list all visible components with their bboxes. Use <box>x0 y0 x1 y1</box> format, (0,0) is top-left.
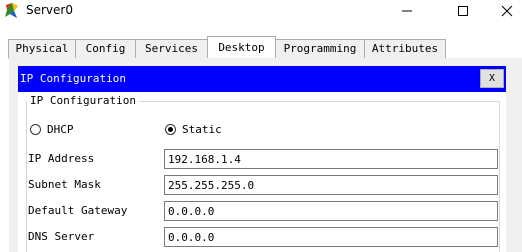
ip-config-header: IP Configuration X <box>18 66 506 92</box>
static-option[interactable]: Static <box>165 123 222 136</box>
ip-config-header-title: IP Configuration <box>20 72 126 85</box>
tab-config[interactable]: Config <box>75 39 136 58</box>
ip-address-label: IP Address <box>28 152 95 165</box>
tab-programming[interactable]: Programming <box>275 39 365 58</box>
close-icon <box>501 5 513 17</box>
close-window-button[interactable] <box>492 0 522 22</box>
packet-tracer-server-icon <box>3 2 21 20</box>
dhcp-radio[interactable] <box>30 124 41 135</box>
tab-strip: Physical Config Services Desktop Program… <box>8 36 446 59</box>
tab-desktop[interactable]: Desktop <box>207 36 276 58</box>
tab-physical[interactable]: Physical <box>8 39 76 58</box>
static-label: Static <box>182 123 222 136</box>
ip-config-close-button[interactable]: X <box>480 69 504 88</box>
subnet-mask-label: Subnet Mask <box>28 178 101 191</box>
tab-attributes[interactable]: Attributes <box>364 39 446 58</box>
default-gateway-label: Default Gateway <box>28 204 128 217</box>
dhcp-option[interactable]: DHCP <box>30 123 74 136</box>
ip-config-group-title: IP Configuration <box>27 94 139 108</box>
default-gateway-input[interactable] <box>164 201 498 221</box>
window-title: Server0 <box>26 3 73 17</box>
dns-server-label: DNS Server <box>28 230 95 243</box>
minimize-button[interactable] <box>384 0 430 22</box>
subnet-mask-input[interactable] <box>164 175 498 195</box>
server-window: Server0 Physical Config Services Desktop… <box>0 0 522 252</box>
minimize-icon <box>402 10 412 12</box>
tab-bar: Physical Config Services Desktop Program… <box>0 22 522 59</box>
maximize-button[interactable] <box>440 0 486 22</box>
tab-services[interactable]: Services <box>135 39 208 58</box>
dhcp-label: DHCP <box>47 123 74 136</box>
title-bar: Server0 <box>0 0 522 22</box>
static-radio[interactable] <box>165 124 176 135</box>
maximize-icon <box>458 6 468 16</box>
ip-address-input[interactable] <box>164 149 498 169</box>
dns-server-input[interactable] <box>164 227 498 247</box>
ip-config-panel: IP Configuration DHCP Static IP Address … <box>18 92 506 252</box>
